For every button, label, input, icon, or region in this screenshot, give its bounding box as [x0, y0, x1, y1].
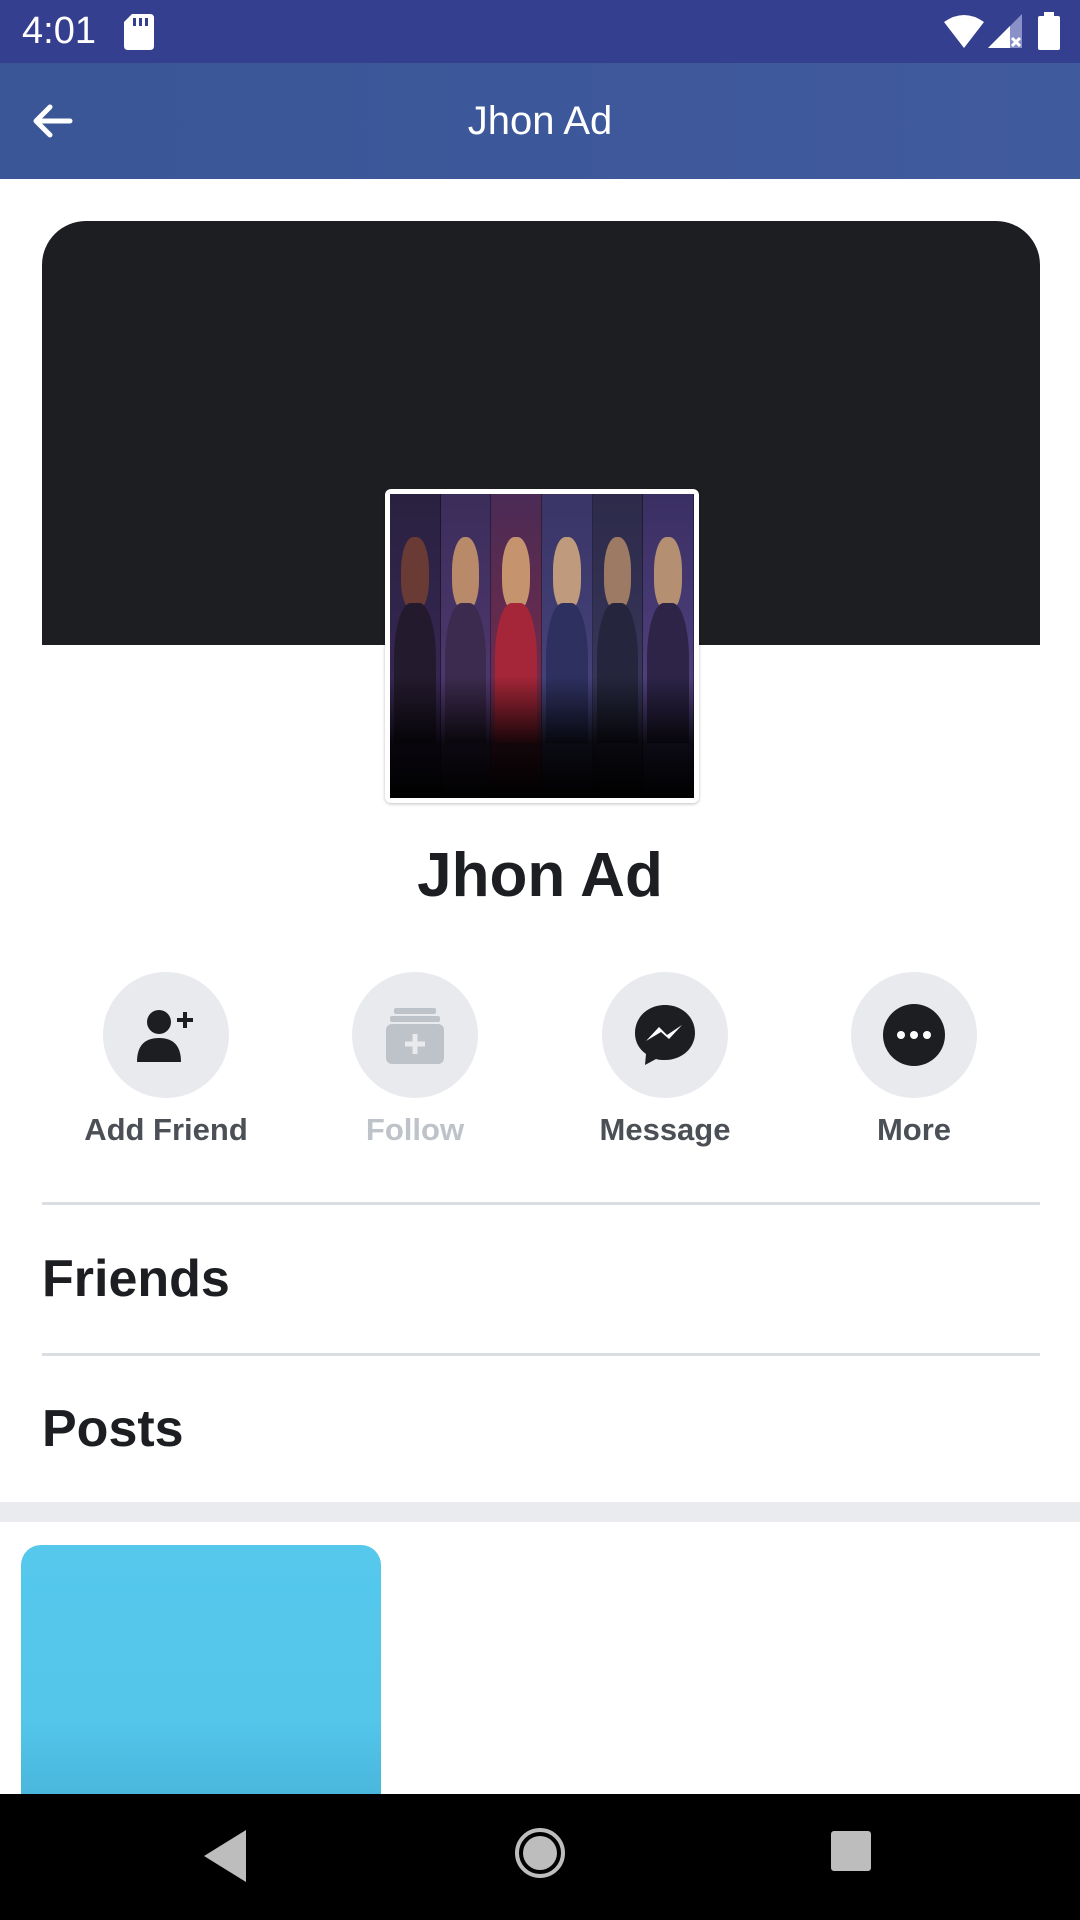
- arrow-left-icon: [33, 104, 73, 138]
- system-nav-bar: [0, 1794, 1080, 1920]
- add-friend-circle: [103, 972, 229, 1098]
- more-icon: [883, 1004, 945, 1066]
- profile-actions: Add Friend Follow Message More: [42, 972, 1040, 1152]
- posts-section-title[interactable]: Posts: [42, 1396, 184, 1462]
- more-circle: [851, 972, 977, 1098]
- back-button[interactable]: [14, 83, 90, 159]
- status-time: 4:01: [22, 10, 96, 52]
- messenger-icon: [635, 1005, 695, 1065]
- sd-card-icon: [124, 14, 154, 50]
- more-button[interactable]: More: [814, 972, 1014, 1152]
- follow-button[interactable]: Follow: [315, 972, 515, 1152]
- post-card[interactable]: [21, 1545, 381, 1795]
- status-bar: 4:01: [0, 0, 1080, 63]
- section-separator: [0, 1502, 1080, 1522]
- divider: [42, 1202, 1040, 1205]
- nav-home-icon[interactable]: [514, 1827, 566, 1879]
- app-bar-title: Jhon Ad: [467, 99, 613, 143]
- more-label: More: [876, 1112, 952, 1147]
- battery-icon: [1038, 12, 1060, 50]
- nav-recents-icon[interactable]: [830, 1830, 872, 1872]
- follow-icon: [386, 1008, 444, 1064]
- profile-picture[interactable]: [385, 489, 699, 803]
- profile-name: Jhon Ad: [417, 841, 663, 910]
- add-friend-label: Add Friend: [84, 1112, 248, 1147]
- app-bar: Jhon Ad: [0, 63, 1080, 179]
- friends-section-title[interactable]: Friends: [42, 1246, 230, 1312]
- follow-circle: [352, 972, 478, 1098]
- message-label: Message: [599, 1112, 731, 1147]
- nav-back-icon[interactable]: [202, 1828, 248, 1884]
- divider: [42, 1353, 1040, 1356]
- follow-label: Follow: [365, 1112, 465, 1147]
- message-circle: [602, 972, 728, 1098]
- wifi-icon: [944, 15, 984, 48]
- add-friend-button[interactable]: Add Friend: [66, 972, 266, 1152]
- signal-icon: [988, 14, 1022, 48]
- message-button[interactable]: Message: [565, 972, 765, 1152]
- add-friend-icon: [137, 1010, 193, 1062]
- profile-image: [390, 494, 694, 798]
